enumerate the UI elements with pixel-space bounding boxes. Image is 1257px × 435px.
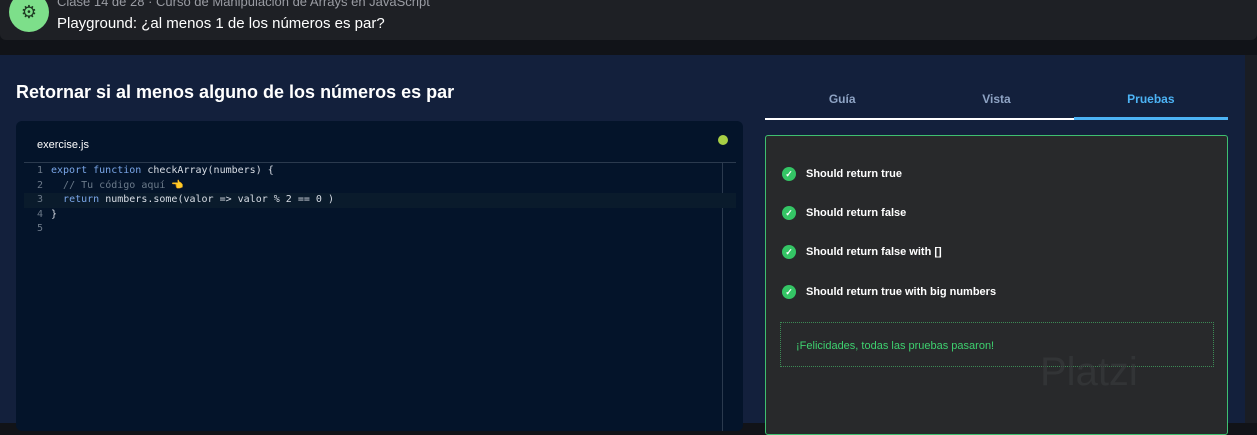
test-result: ✓ Should return false with [] xyxy=(782,245,942,259)
lesson-subtitle: Clase 14 de 28 · Curso de Manipulación d… xyxy=(57,0,430,9)
test-result: ✓ Should return true with big numbers xyxy=(782,285,996,299)
success-message: ¡Felicidades, todas las pruebas pasaron! xyxy=(780,322,1214,367)
tab-guia[interactable]: Guía xyxy=(765,80,919,118)
tab-vista[interactable]: Vista xyxy=(919,80,1073,118)
code-line: 1 export function checkArray(numbers) { xyxy=(36,165,274,176)
test-result: ✓ Should return true xyxy=(782,167,902,181)
tab-bar: Guía Vista Pruebas xyxy=(765,80,1228,120)
exercise-title: Retornar si al menos alguno de los númer… xyxy=(16,82,455,102)
code-line: 5 xyxy=(36,223,43,234)
code-line: 2 // Tu código aquí 👈 xyxy=(36,179,184,191)
status-dot xyxy=(718,135,728,145)
check-icon: ✓ xyxy=(782,285,796,299)
scrollbar[interactable] xyxy=(1245,55,1257,423)
file-tab[interactable]: exercise.js xyxy=(37,139,89,151)
check-icon: ✓ xyxy=(782,167,796,181)
check-icon: ✓ xyxy=(782,245,796,259)
tests-panel: ✓ Should return true ✓ Should return false… xyxy=(765,135,1228,435)
divider xyxy=(24,162,736,163)
lesson-title: Playground: ¿al menos 1 de los números e… xyxy=(57,15,385,32)
code-line: 3 return numbers.some(valor => valor % 2… xyxy=(24,193,736,208)
test-result: ✓ Should return false xyxy=(782,206,906,220)
lesson-header: ⚙ Clase 14 de 28 · Curso de Manipulación… xyxy=(0,0,1257,40)
tab-pruebas[interactable]: Pruebas xyxy=(1073,80,1228,120)
code-area[interactable]: 1 export function checkArray(numbers) { 2… xyxy=(24,164,736,237)
course-badge-icon: ⚙ xyxy=(9,0,49,32)
platzi-watermark: Platzi xyxy=(1040,350,1138,394)
check-icon: ✓ xyxy=(782,206,796,220)
code-line: 4} xyxy=(36,208,58,220)
code-editor[interactable]: exercise.js 1 export function checkArray(… xyxy=(16,121,743,431)
